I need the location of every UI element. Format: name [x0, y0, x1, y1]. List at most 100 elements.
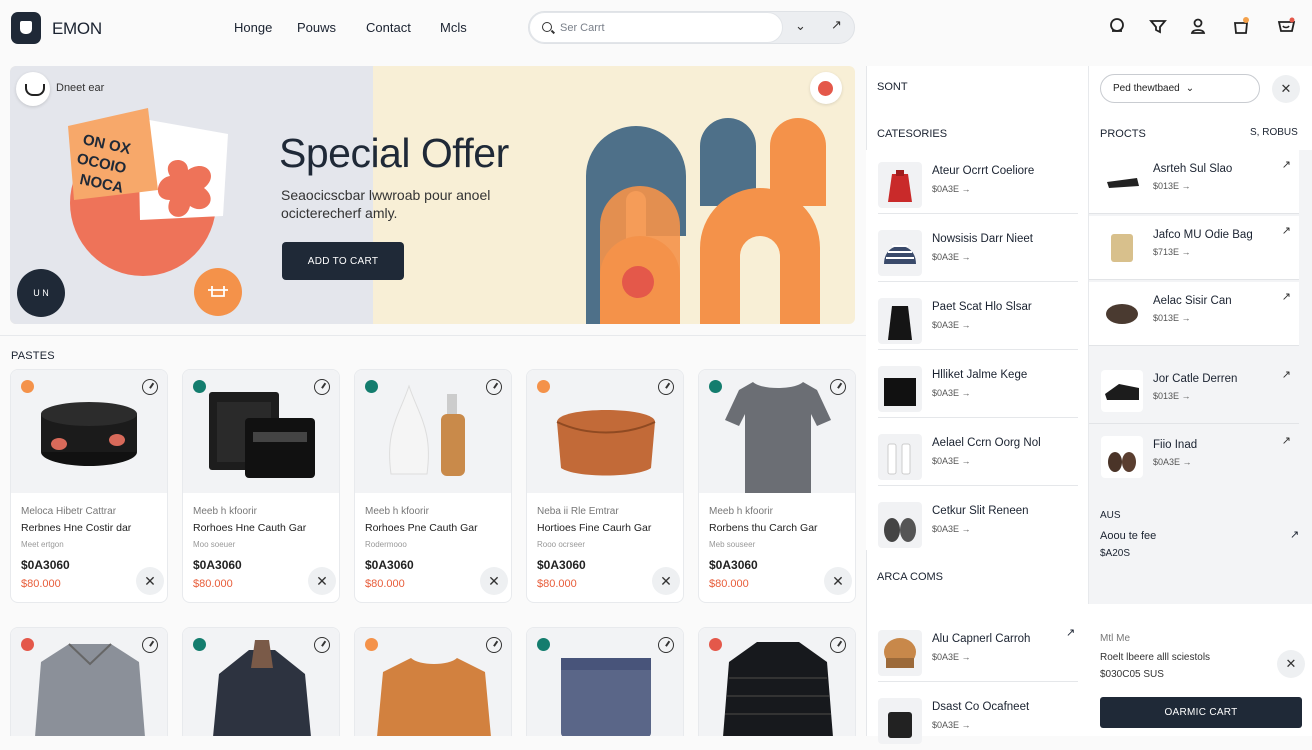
divider — [0, 335, 866, 336]
nav-link-home[interactable]: Honge — [234, 20, 272, 35]
account-icon[interactable] — [1187, 15, 1209, 37]
hero-add-to-cart-button[interactable]: ADD TO CART — [282, 242, 404, 280]
product-card[interactable]: Neba ii Rle Emtrar Hortioes Fine Caurh G… — [526, 369, 684, 603]
remove-button[interactable]: ✕ — [308, 567, 336, 595]
product-thumbnail — [1101, 292, 1143, 334]
open-arrow-icon[interactable]: ↗ — [1282, 158, 1291, 171]
category-title: Nowsisis Darr Nieet — [932, 233, 1033, 245]
product-card[interactable]: Meeb h kfoorir Rorhoes Hne Cauth Gar Moo… — [182, 369, 340, 603]
remove-button[interactable]: ✕ — [824, 567, 852, 595]
category-item[interactable]: Aelael Ccrn Oorg Nol $0A3E → — [878, 424, 1078, 486]
area-item[interactable]: Dsast Co Ocafneet $0A3E → — [878, 688, 1078, 750]
categories-label: CATESORIES — [877, 128, 948, 140]
close-panel-button[interactable]: ✕ — [1272, 75, 1300, 103]
open-arrow-icon[interactable]: ↗ — [1282, 368, 1291, 381]
timer-icon[interactable] — [658, 637, 674, 653]
product-card[interactable]: Meloca Hibetr Cattrar Rerbnes Hne Costir… — [10, 369, 168, 603]
open-arrow-icon[interactable]: ↗ — [1282, 290, 1291, 303]
nav-link-contact[interactable]: Contact — [366, 20, 411, 35]
category-thumbnail — [878, 502, 922, 548]
product-price: $013E → — [1153, 391, 1191, 401]
nav-link-products[interactable]: Pouws — [297, 20, 336, 35]
open-arrow-icon[interactable]: ↗ — [1290, 528, 1299, 541]
hero-badge-dark[interactable]: U N — [17, 269, 65, 317]
product-list-item[interactable]: Asrteh Sul Slao $013E → ↗ — [1089, 150, 1299, 214]
product-thumbnail — [1101, 226, 1143, 268]
timer-icon[interactable] — [142, 379, 158, 395]
category-item[interactable]: Hlliket Jalme Kege $0A3E → — [878, 356, 1078, 418]
category-title: Aelael Ccrn Oorg Nol — [932, 437, 1041, 449]
product-title: Jor Catle Derren — [1153, 373, 1238, 385]
product-meta: Meeb h kfoorir — [193, 506, 257, 517]
product-name[interactable]: Rorbens thu Carch Gar — [709, 522, 818, 534]
product-price: $0A3060 — [537, 558, 586, 572]
filter-icon[interactable] — [1147, 15, 1169, 37]
product-name[interactable]: Rorhoes Hne Cauth Gar — [193, 522, 306, 534]
brand-name[interactable]: EMON — [52, 19, 102, 39]
timer-icon[interactable] — [486, 379, 502, 395]
product-list-item[interactable]: Fiio Inad $0A3E → ↗ — [1089, 426, 1299, 490]
area-title: Alu Capnerl Carroh — [932, 633, 1031, 645]
product-list-item[interactable]: Aelac Sisir Can $013E → ↗ — [1089, 282, 1299, 346]
category-item[interactable]: Cetkur Slit Reneen $0A3E → — [878, 492, 1078, 554]
open-arrow-icon[interactable]: ↗ — [1282, 224, 1291, 237]
product-title: Asrteh Sul Slao — [1153, 163, 1233, 175]
category-title: Paet Scat Hlo Slsar — [932, 301, 1032, 313]
hero-subtitle: Seaocicscbar lwwroab pour anoel ocictere… — [281, 187, 491, 221]
product-card[interactable]: Meeb h kfoorir Rorbens thu Carch Gar Meb… — [698, 369, 856, 603]
product-card[interactable] — [354, 627, 512, 736]
search-bar[interactable]: Ser Carrt ⌄ ↗ — [528, 11, 855, 44]
sort-select[interactable]: Ped thewtbaed ⌄ — [1100, 74, 1260, 103]
product-name[interactable]: Hortioes Fine Caurh Gar — [537, 522, 651, 534]
product-name[interactable]: Rerbnes Hne Costir dar — [21, 522, 131, 534]
remove-button[interactable]: ✕ — [480, 567, 508, 595]
product-list-item[interactable]: Jor Catle Derren $013E → ↗ — [1089, 360, 1299, 424]
cart-button[interactable]: OARMIC CART — [1100, 697, 1302, 728]
nav-link-more[interactable]: Mcls — [440, 20, 467, 35]
remove-button[interactable]: ✕ — [652, 567, 680, 595]
open-arrow-icon[interactable]: ↗ — [1282, 434, 1291, 447]
timer-icon[interactable] — [486, 637, 502, 653]
product-card[interactable] — [526, 627, 684, 736]
hero-avatar-icon[interactable] — [16, 72, 50, 106]
timer-icon[interactable] — [142, 637, 158, 653]
product-card[interactable] — [698, 627, 856, 736]
cart-summary-total: $030C05 SUS — [1100, 669, 1164, 680]
aux-price: $A20S — [1100, 548, 1131, 559]
category-item[interactable]: Paet Scat Hlo Slsar $0A3E → — [878, 288, 1078, 350]
wishlist-bag-icon[interactable] — [1230, 15, 1252, 37]
product-card[interactable] — [182, 627, 340, 736]
products-count: S, ROBUS — [1250, 127, 1298, 138]
record-icon[interactable] — [810, 72, 842, 104]
timer-icon[interactable] — [314, 637, 330, 653]
category-item[interactable]: Nowsisis Darr Nieet $0A3E → — [878, 220, 1078, 282]
open-arrow-icon[interactable]: ↗ — [1066, 626, 1075, 639]
search-input[interactable]: Ser Carrt — [529, 12, 783, 43]
sort-label: SONT — [877, 81, 908, 93]
product-price: $713E → — [1153, 247, 1191, 257]
area-label: ARCA COMS — [877, 571, 944, 583]
cart-icon[interactable] — [1275, 15, 1297, 37]
hero-badge-orange[interactable] — [194, 268, 242, 316]
timer-icon[interactable] — [830, 637, 846, 653]
product-price: $0A3060 — [193, 558, 242, 572]
area-item[interactable]: Alu Capnerl Carroh $0A3E → — [878, 620, 1078, 682]
timer-icon[interactable] — [314, 379, 330, 395]
product-card[interactable]: Meeb h kfoorir Rorhoes Pne Cauth Gar Rod… — [354, 369, 512, 603]
category-item[interactable]: Ateur Ocrrt Coeliore $0A3E → — [878, 152, 1078, 214]
category-price: $0A3E → — [932, 252, 971, 262]
category-title: Hlliket Jalme Kege — [932, 369, 1028, 381]
expand-arrow-icon[interactable]: ↗ — [831, 17, 842, 33]
user-chat-icon[interactable] — [1106, 15, 1128, 37]
product-price: $0A3060 — [21, 558, 70, 572]
product-name[interactable]: Rorhoes Pne Cauth Gar — [365, 522, 478, 534]
remove-button[interactable]: ✕ — [136, 567, 164, 595]
logo-icon[interactable] — [11, 12, 41, 44]
category-title: Ateur Ocrrt Coeliore — [932, 165, 1035, 177]
timer-icon[interactable] — [658, 379, 674, 395]
timer-icon[interactable] — [830, 379, 846, 395]
product-card[interactable] — [10, 627, 168, 736]
chevron-down-icon[interactable]: ⌄ — [795, 18, 806, 34]
product-list-item[interactable]: Jafco MU Odie Bag $713E → ↗ — [1089, 216, 1299, 280]
close-cart-button[interactable]: ✕ — [1277, 650, 1305, 678]
